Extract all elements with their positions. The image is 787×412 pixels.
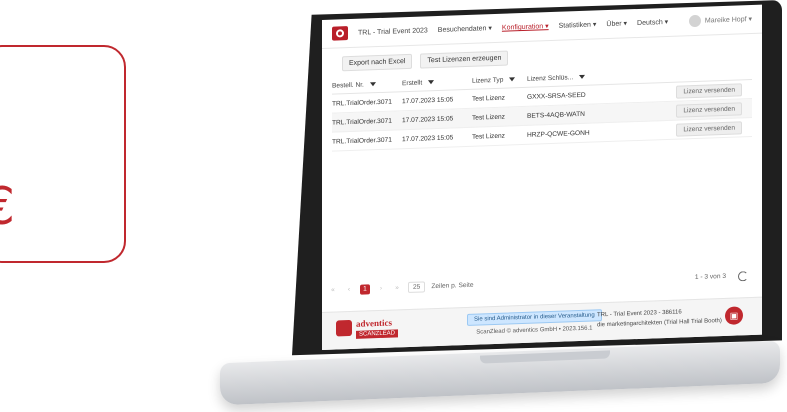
- page-size-select[interactable]: 25: [408, 281, 426, 293]
- nav-besuchendaten[interactable]: Besuchendaten ▾: [438, 24, 492, 34]
- header-type[interactable]: Lizenz Typ: [472, 75, 527, 84]
- refresh-icon[interactable]: [738, 270, 748, 281]
- next-page-icon[interactable]: ›: [376, 283, 386, 293]
- nav-statistiken[interactable]: Statistiken ▾: [559, 20, 597, 29]
- brand-name: adventics: [356, 317, 392, 329]
- result-count: 1 - 3 von 3: [694, 272, 726, 281]
- nav-ueber[interactable]: Über ▾: [606, 19, 627, 28]
- chat-icon[interactable]: ▣: [725, 306, 743, 325]
- nav-konfiguration[interactable]: Konfiguration ▾: [502, 22, 549, 32]
- send-license-button[interactable]: Lizenz versenden: [676, 82, 742, 99]
- nav-language[interactable]: Deutsch ▾: [637, 18, 668, 27]
- event-info: TRL - Trial Event 2023 - 386116 die mark…: [597, 309, 722, 328]
- footer-center: Sie sind Administrator in dieser Veranst…: [467, 309, 602, 336]
- event-title: TRL - Trial Event 2023: [358, 26, 428, 37]
- filter-icon: [428, 79, 435, 85]
- app-screen: TRL - Trial Event 2023 Besuchendaten ▾ K…: [322, 4, 762, 351]
- first-page-icon[interactable]: «: [328, 285, 338, 295]
- admin-notice: Sie sind Administrator in dieser Veranst…: [467, 309, 602, 326]
- page-size-label: Zeilen p. Seite: [431, 281, 474, 291]
- copyright: ScanZlead © adventics GmbH • 2023.156.1: [476, 325, 593, 336]
- create-test-licenses-button[interactable]: Test Lizenzen erzeugen: [420, 50, 509, 69]
- avatar: [688, 14, 701, 28]
- footer-logo: adventics SCANZLEAD: [336, 316, 399, 342]
- user-name: Mareike Hopf ▾: [704, 15, 752, 25]
- filter-icon: [369, 81, 376, 87]
- header-key[interactable]: Lizenz Schlüs...: [527, 72, 617, 82]
- page-current[interactable]: 1: [360, 283, 370, 295]
- last-page-icon[interactable]: »: [392, 283, 402, 293]
- filter-icon: [579, 74, 586, 79]
- license-table: Bestell. Nr. Erstellt Lizenz Typ Lizenz …: [332, 62, 752, 152]
- pagination: « ‹ 1 › » 25 Zeilen p. Seite 1 - 3 von 3: [328, 270, 748, 296]
- prev-page-icon[interactable]: ‹: [344, 284, 354, 294]
- app-logo-icon[interactable]: [332, 26, 348, 41]
- send-license-button[interactable]: Lizenz versenden: [676, 120, 742, 137]
- laptop-mockup: TRL - Trial Event 2023 Besuchendaten ▾ K…: [0, 0, 787, 412]
- brand-mark-icon: [336, 319, 352, 337]
- brand-sub: SCANZLEAD: [356, 329, 399, 339]
- filter-icon: [509, 76, 516, 82]
- export-excel-button[interactable]: Export nach Excel: [342, 53, 413, 72]
- header-created[interactable]: Erstellt: [402, 77, 472, 87]
- send-license-button[interactable]: Lizenz versenden: [676, 101, 742, 118]
- header-order[interactable]: Bestell. Nr.: [332, 80, 402, 89]
- user-menu[interactable]: Mareike Hopf ▾: [688, 13, 752, 28]
